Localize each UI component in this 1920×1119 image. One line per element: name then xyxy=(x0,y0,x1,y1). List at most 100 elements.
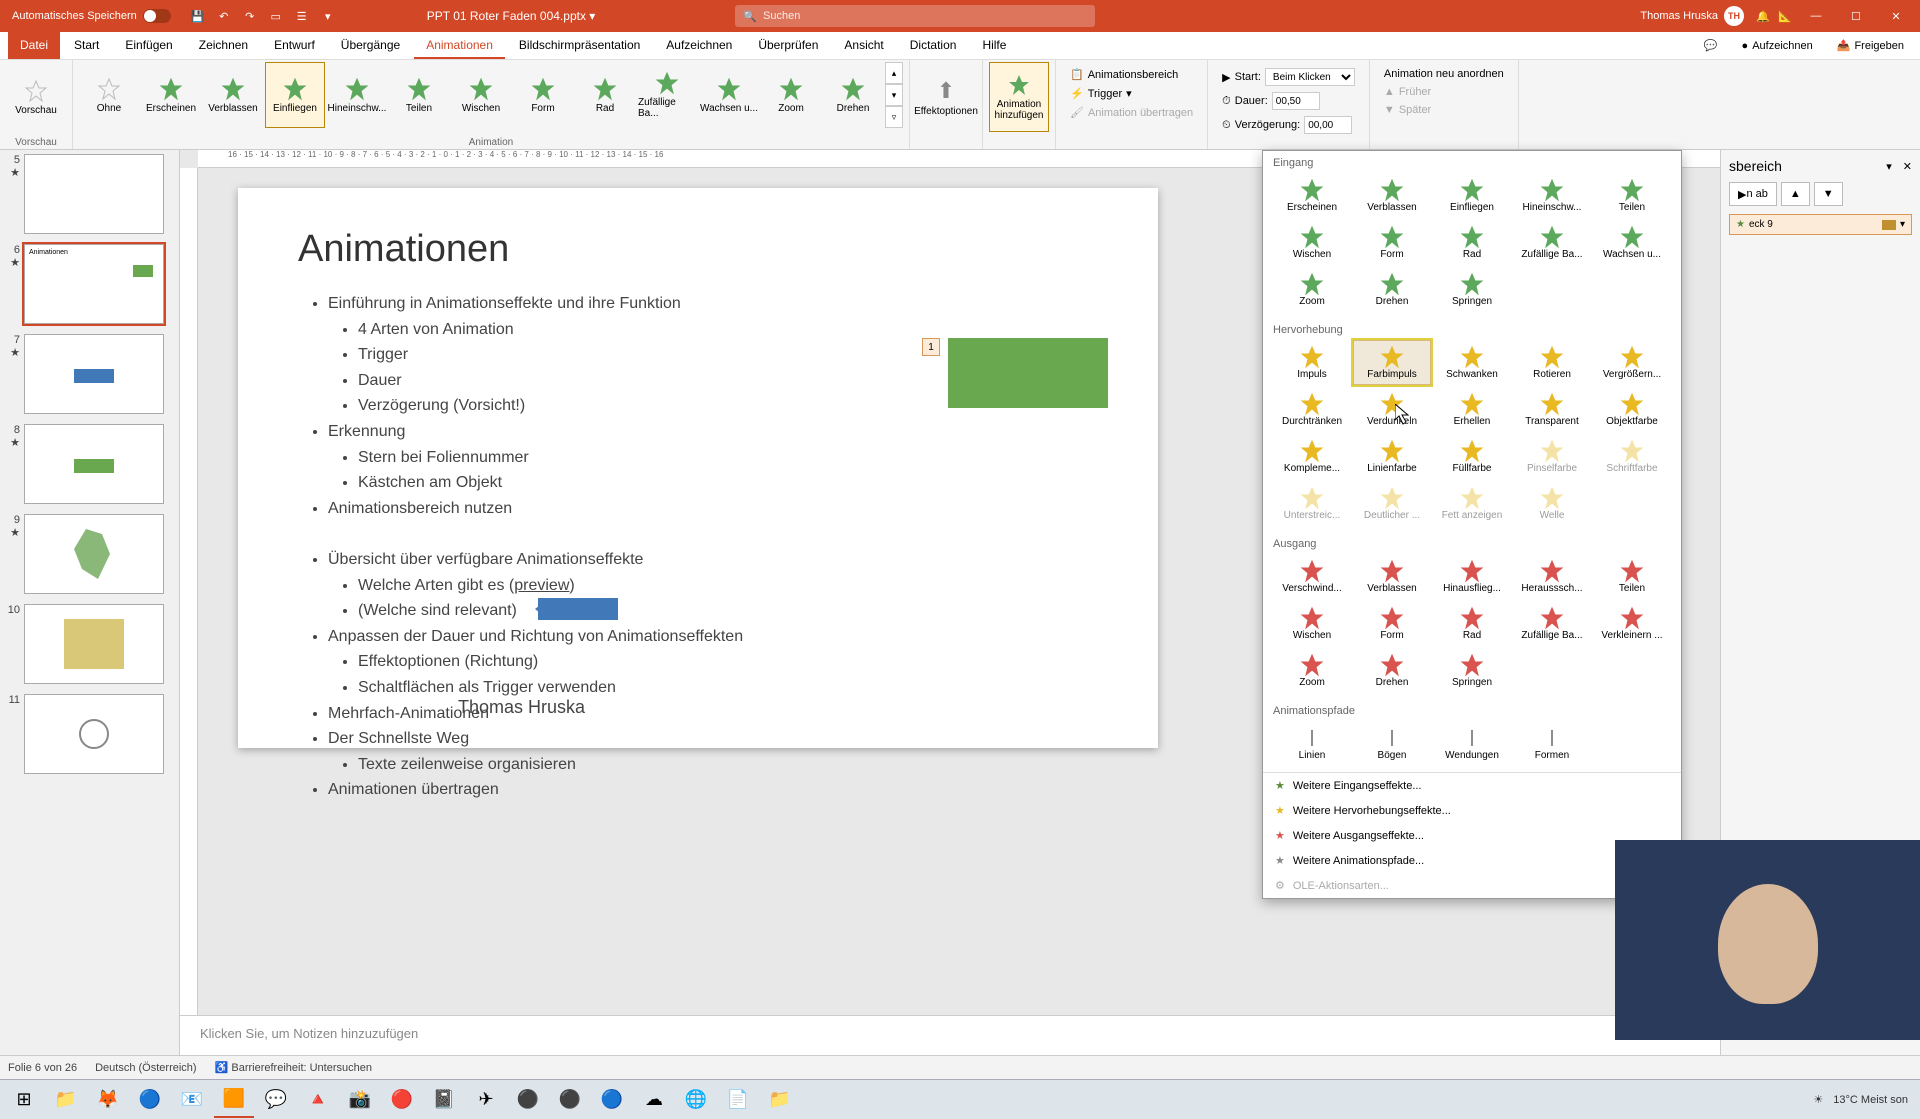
anim-effect-item[interactable]: Verkleinern ... xyxy=(1593,601,1671,646)
anim-list-item[interactable]: ★ eck 9 ▾ xyxy=(1729,214,1912,235)
slide-thumb[interactable]: 5★ xyxy=(4,154,175,234)
anim-effect-item[interactable]: Rad xyxy=(1433,220,1511,265)
tab-file[interactable]: Datei xyxy=(8,32,60,59)
save-icon[interactable]: 💾 xyxy=(187,5,209,27)
edge-icon[interactable]: 🌐 xyxy=(676,1082,716,1118)
app-icon[interactable]: ☁ xyxy=(634,1082,674,1118)
more-entrance[interactable]: ★Weitere Eingangseffekte... xyxy=(1263,773,1681,798)
anim-effect-item[interactable]: Linienfarbe xyxy=(1353,434,1431,479)
gallery-down-icon[interactable]: ▾ xyxy=(885,84,903,106)
gallery-item[interactable]: Einfliegen xyxy=(265,62,325,128)
anim-effect-item[interactable]: Kompleme... xyxy=(1273,434,1351,479)
app-icon[interactable]: 💬 xyxy=(256,1082,296,1118)
anim-effect-item[interactable]: Zufällige Ba... xyxy=(1513,601,1591,646)
anim-effect-item[interactable]: Springen xyxy=(1433,267,1511,312)
move-up-button[interactable]: ▲ xyxy=(1781,182,1810,206)
move-later-button[interactable]: ▼ Später xyxy=(1380,102,1508,118)
green-rectangle[interactable] xyxy=(948,338,1108,408)
tab-ueberpruefen[interactable]: Überprüfen xyxy=(746,32,830,59)
move-down-button[interactable]: ▼ xyxy=(1814,182,1843,206)
tab-hilfe[interactable]: Hilfe xyxy=(970,32,1018,59)
gallery-item[interactable]: Teilen xyxy=(389,62,449,128)
tab-bildschirm[interactable]: Bildschirmpräsentation xyxy=(507,32,652,59)
anim-effect-item[interactable]: Erhellen xyxy=(1433,387,1511,432)
tab-zeichnen[interactable]: Zeichnen xyxy=(187,32,260,59)
obs-icon[interactable]: ⚫ xyxy=(550,1082,590,1118)
anim-effect-item[interactable]: Transparent xyxy=(1513,387,1591,432)
add-animation-button[interactable]: Animation hinzufügen xyxy=(989,62,1049,132)
anim-effect-item[interactable]: Deutlicher ... xyxy=(1353,481,1431,526)
app-icon[interactable]: 📄 xyxy=(718,1082,758,1118)
tab-uebergaenge[interactable]: Übergänge xyxy=(329,32,412,59)
touch-icon[interactable]: ☰ xyxy=(291,5,313,27)
gallery-item[interactable]: Erscheinen xyxy=(141,62,201,128)
close-icon[interactable]: ✕ xyxy=(1903,161,1912,173)
gallery-expand-icon[interactable]: ▿ xyxy=(885,106,903,128)
anim-effect-item[interactable]: Zoom xyxy=(1273,648,1351,693)
duration-field[interactable]: ⏱ Dauer: xyxy=(1218,90,1359,112)
trigger-button[interactable]: ⚡ Trigger ▾ xyxy=(1066,85,1197,102)
notes-area[interactable]: Klicken Sie, um Notizen hinzuzufügen xyxy=(180,1015,1720,1055)
anim-effect-item[interactable]: Füllfarbe xyxy=(1433,434,1511,479)
anim-effect-item[interactable]: Teilen xyxy=(1593,554,1671,599)
app-icon[interactable]: 🔴 xyxy=(382,1082,422,1118)
anim-effect-item[interactable]: Vergrößern... xyxy=(1593,340,1671,385)
ribbon-display-icon[interactable]: 📐 xyxy=(1774,5,1796,27)
slide-title[interactable]: Animationen xyxy=(298,228,1098,271)
duration-input[interactable] xyxy=(1272,92,1320,110)
anim-effect-item[interactable]: Unterstreic... xyxy=(1273,481,1351,526)
notifications-icon[interactable]: 🔔 xyxy=(1752,5,1774,27)
app-icon[interactable]: 📸 xyxy=(340,1082,380,1118)
vlc-icon[interactable]: 🔺 xyxy=(298,1082,338,1118)
anim-effect-item[interactable]: Herausssch... xyxy=(1513,554,1591,599)
anim-effect-item[interactable]: Rotieren xyxy=(1513,340,1591,385)
move-earlier-button[interactable]: ▲ Früher xyxy=(1380,84,1508,100)
anim-effect-item[interactable]: Teilen xyxy=(1593,173,1671,218)
anim-effect-item[interactable]: Verschwind... xyxy=(1273,554,1351,599)
gallery-item[interactable]: Drehen xyxy=(823,62,883,128)
outlook-icon[interactable]: 📧 xyxy=(172,1082,212,1118)
app-icon[interactable]: 📁 xyxy=(760,1082,800,1118)
slide-thumb[interactable]: 10 xyxy=(4,604,175,684)
minimize-button[interactable]: — xyxy=(1796,0,1836,32)
tab-aufzeichnen[interactable]: Aufzeichnen xyxy=(654,32,744,59)
delay-field[interactable]: ⏲ Verzögerung: xyxy=(1218,114,1359,136)
onenote-icon[interactable]: 📓 xyxy=(424,1082,464,1118)
gallery-item[interactable]: Zoom xyxy=(761,62,821,128)
anim-effect-item[interactable]: Einfliegen xyxy=(1433,173,1511,218)
chevron-down-icon[interactable]: ▾ xyxy=(1886,161,1892,173)
app-icon[interactable]: 🔵 xyxy=(592,1082,632,1118)
anim-effect-item[interactable]: Formen xyxy=(1513,721,1591,766)
app-icon[interactable]: ⚫ xyxy=(508,1082,548,1118)
anim-effect-item[interactable]: Schriftfarbe xyxy=(1593,434,1671,479)
gallery-item[interactable]: Ohne xyxy=(79,62,139,128)
gallery-item[interactable]: Hineinschw... xyxy=(327,62,387,128)
anim-effect-item[interactable]: Drehen xyxy=(1353,267,1431,312)
comments-button[interactable]: 💬 xyxy=(1696,35,1726,56)
tab-start[interactable]: Start xyxy=(62,32,111,59)
anim-effect-item[interactable]: Objektfarbe xyxy=(1593,387,1671,432)
anim-effect-item[interactable]: Wischen xyxy=(1273,220,1351,265)
tab-einfuegen[interactable]: Einfügen xyxy=(113,32,184,59)
effect-options-button[interactable]: ⬆ Effektoptionen xyxy=(916,62,976,132)
anim-effect-item[interactable]: Erscheinen xyxy=(1273,173,1351,218)
copy-anim-button[interactable]: 🖌 Animation übertragen xyxy=(1066,104,1197,121)
anim-effect-item[interactable]: Farbimpuls xyxy=(1353,340,1431,385)
anim-effect-item[interactable]: Zufällige Ba... xyxy=(1513,220,1591,265)
chevron-down-icon[interactable]: ▾ xyxy=(1900,219,1905,230)
more-emphasis[interactable]: ★Weitere Hervorhebungseffekte... xyxy=(1263,798,1681,823)
slides-panel[interactable]: 5★6★Animationen7★8★9★1011 xyxy=(0,150,180,1055)
search-box[interactable]: 🔍 Suchen xyxy=(735,5,1095,27)
slide-thumb[interactable]: 8★ xyxy=(4,424,175,504)
undo-icon[interactable]: ↶ xyxy=(213,5,235,27)
anim-effect-item[interactable]: Hineinschw... xyxy=(1513,173,1591,218)
slide-thumb[interactable]: 11 xyxy=(4,694,175,774)
anim-pane-button[interactable]: 📋 Animationsbereich xyxy=(1066,66,1197,83)
anim-effect-item[interactable]: Form xyxy=(1353,601,1431,646)
gallery-item[interactable]: Zufällige Ba... xyxy=(637,62,697,128)
anim-effect-item[interactable]: Verblassen xyxy=(1353,554,1431,599)
start-select[interactable]: Beim Klicken xyxy=(1265,68,1355,86)
animation-tag[interactable]: 1 xyxy=(922,338,940,356)
anim-effect-item[interactable]: Welle xyxy=(1513,481,1591,526)
start-field[interactable]: ▶ Start: Beim Klicken xyxy=(1218,66,1359,88)
